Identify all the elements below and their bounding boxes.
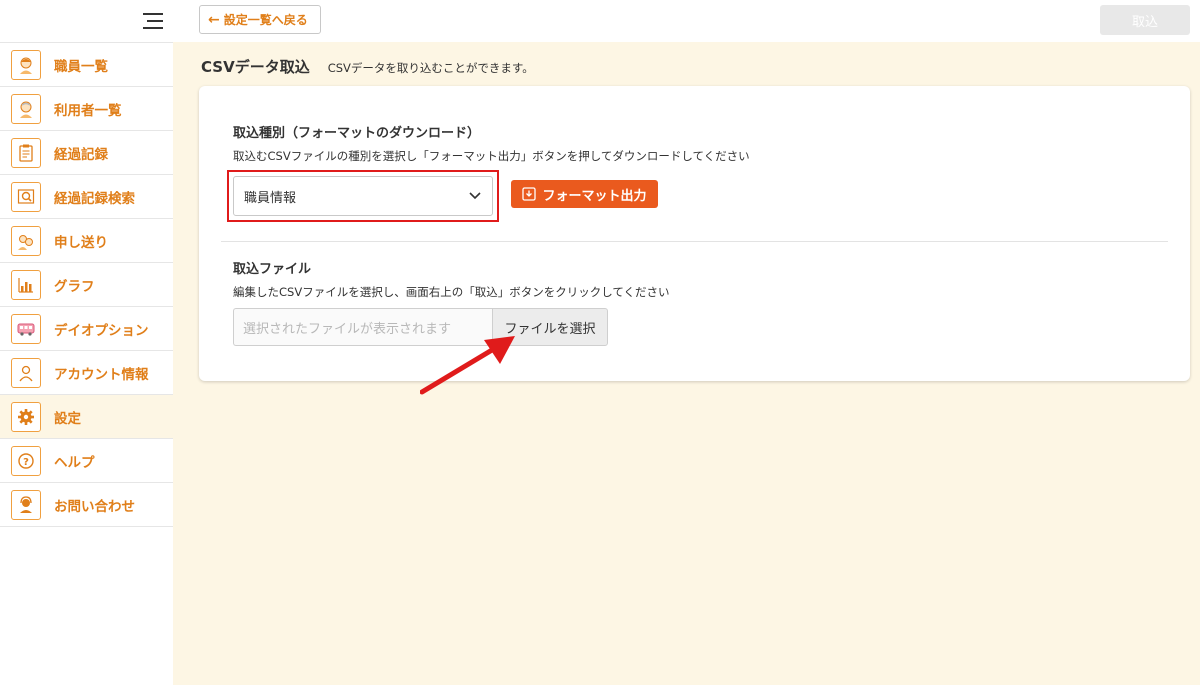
- sidebar-header: [0, 0, 173, 42]
- svg-text:?: ?: [23, 457, 29, 468]
- import-card: 取込種別（フォーマットのダウンロード） 取込むCSVファイルの種別を選択し「フォ…: [199, 86, 1190, 381]
- import-type-select[interactable]: 職員情報: [233, 176, 493, 216]
- selected-file-display[interactable]: 選択されたファイルが表示されます: [233, 308, 493, 346]
- bus-icon: [11, 313, 41, 344]
- clipboard-icon: [11, 137, 41, 168]
- hamburger-menu-icon[interactable]: [143, 13, 163, 29]
- sidebar-item-label: 利用者一覧: [54, 102, 122, 119]
- sidebar-item-user-list[interactable]: 利用者一覧: [0, 87, 173, 131]
- sidebar-item-record-search[interactable]: 経過記録検索: [0, 175, 173, 219]
- sidebar-item-settings[interactable]: 設定: [0, 395, 173, 439]
- sidebar-item-label: 経過記録: [54, 146, 108, 163]
- page-description: CSVデータを取り込むことができます。: [327, 61, 534, 75]
- sidebar-item-label: ヘルプ: [54, 454, 95, 471]
- format-output-label: フォーマット出力: [542, 188, 647, 204]
- sidebar-item-label: 職員一覧: [54, 58, 108, 75]
- format-section-description: 取込むCSVファイルの種別を選択し「フォーマット出力」ボタンを押してダウンロード…: [233, 149, 750, 163]
- help-icon: ?: [11, 445, 41, 476]
- page-header: CSVデータ取込 CSVデータを取り込むことができます。: [201, 56, 534, 77]
- back-button-label: 設定一覧へ戻る: [223, 13, 308, 27]
- file-section-description: 編集したCSVファイルを選択し、画面右上の「取込」ボタンをクリックしてください: [233, 285, 670, 299]
- sidebar: 職員一覧 利用者一覧 経過記録 経過記録検索 申し送り グラフ デイオプション …: [0, 0, 173, 685]
- sidebar-item-label: デイオプション: [54, 322, 149, 339]
- sidebar-item-graph[interactable]: グラフ: [0, 263, 173, 307]
- format-output-button[interactable]: フォーマット出力: [511, 180, 658, 208]
- import-type-selected-value: 職員情報: [244, 190, 297, 206]
- chevron-down-icon: [469, 192, 481, 200]
- sidebar-item-contact[interactable]: お問い合わせ: [0, 483, 173, 527]
- back-to-settings-button[interactable]: ← 設定一覧へ戻る: [199, 5, 321, 34]
- top-header: ← 設定一覧へ戻る 取込: [173, 0, 1200, 42]
- sidebar-item-label: 設定: [54, 410, 81, 427]
- arrow-left-icon: ←: [208, 11, 220, 28]
- sidebar-item-day-option[interactable]: デイオプション: [0, 307, 173, 351]
- gear-icon: [11, 401, 41, 432]
- sidebar-item-progress-record[interactable]: 経過記録: [0, 131, 173, 175]
- search-record-icon: [11, 181, 41, 212]
- download-icon: [522, 187, 537, 201]
- import-type-highlight: 職員情報: [227, 170, 499, 222]
- sidebar-item-staff-list[interactable]: 職員一覧: [0, 43, 173, 87]
- elder-face-icon: [11, 93, 41, 124]
- sidebar-item-label: グラフ: [54, 278, 95, 295]
- format-section-title: 取込種別（フォーマットのダウンロード）: [233, 126, 481, 141]
- file-section-title: 取込ファイル: [233, 262, 312, 277]
- import-button[interactable]: 取込: [1100, 5, 1190, 35]
- sidebar-item-label: 経過記録検索: [54, 190, 135, 207]
- section-divider: [221, 241, 1168, 242]
- page-title: CSVデータ取込: [201, 58, 310, 76]
- sidebar-item-help[interactable]: ? ヘルプ: [0, 439, 173, 483]
- handover-icon: [11, 225, 41, 256]
- sidebar-item-account[interactable]: アカウント情報: [0, 351, 173, 395]
- bar-chart-icon: [11, 269, 41, 300]
- support-icon: [11, 489, 41, 520]
- sidebar-item-label: アカウント情報: [54, 366, 149, 383]
- sidebar-item-handover[interactable]: 申し送り: [0, 219, 173, 263]
- staff-face-icon: [11, 49, 41, 80]
- person-icon: [11, 357, 41, 388]
- sidebar-item-label: お問い合わせ: [54, 498, 135, 515]
- sidebar-nav: 職員一覧 利用者一覧 経過記録 経過記録検索 申し送り グラフ デイオプション …: [0, 42, 173, 527]
- main-content: CSVデータ取込 CSVデータを取り込むことができます。 取込種別（フォーマット…: [173, 42, 1200, 685]
- sidebar-item-label: 申し送り: [54, 234, 108, 251]
- choose-file-button[interactable]: ファイルを選択: [492, 308, 608, 346]
